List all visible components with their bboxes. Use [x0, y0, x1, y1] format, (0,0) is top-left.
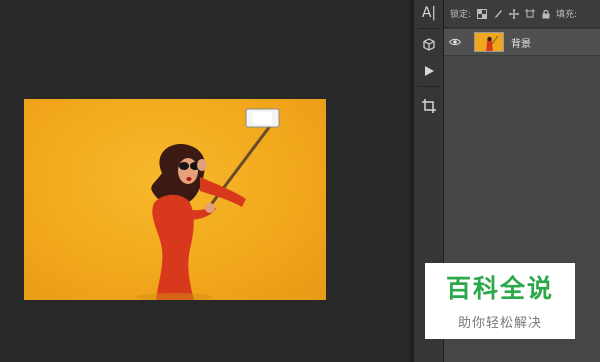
lock-image-pixels-icon[interactable]: [492, 8, 503, 19]
lock-label: 锁定:: [450, 10, 472, 20]
layer-thumbnail: [474, 32, 504, 52]
watermark-subtitle: 助你轻松解决: [457, 316, 542, 331]
phone-screen: [253, 112, 272, 124]
raised-hand: [197, 159, 207, 171]
layer-name: 背景: [511, 38, 531, 50]
sunglasses-left: [179, 162, 189, 170]
play-button[interactable]: [417, 60, 441, 82]
3d-tool-button[interactable]: [417, 34, 441, 56]
type-tool-button[interactable]: A|: [417, 2, 441, 24]
tool-separator: [418, 86, 440, 87]
fill-label: 填充:: [556, 10, 578, 20]
crop-tool-button[interactable]: [417, 95, 441, 117]
layer-visibility-toggle[interactable]: [444, 29, 466, 55]
layer-row-background[interactable]: 背景: [444, 29, 600, 55]
selfie-woman-image: [136, 108, 280, 300]
watermark-badge: 百科全说 助你轻松解决: [425, 263, 575, 339]
lock-all-icon[interactable]: [540, 8, 551, 19]
play-icon: [425, 66, 434, 76]
lock-transparent-pixels-icon[interactable]: [476, 8, 487, 19]
photo-image: [24, 99, 326, 300]
eye-icon: [449, 38, 461, 46]
tool-separator: [418, 28, 440, 29]
floor-shadow: [136, 293, 212, 300]
crop-icon: [422, 99, 436, 113]
document-canvas[interactable]: [0, 0, 410, 362]
lock-artboard-icon[interactable]: [524, 8, 535, 19]
lock-options-row: 锁定: 填充:: [444, 0, 600, 28]
right-sleeve: [200, 177, 246, 207]
lock-position-icon[interactable]: [508, 8, 519, 19]
hand-on-stick: [205, 203, 215, 213]
3d-cube-icon: [423, 38, 435, 51]
watermark-title: 百科全说: [445, 274, 554, 303]
lips: [186, 177, 192, 181]
type-tool-label: A|: [421, 5, 437, 21]
